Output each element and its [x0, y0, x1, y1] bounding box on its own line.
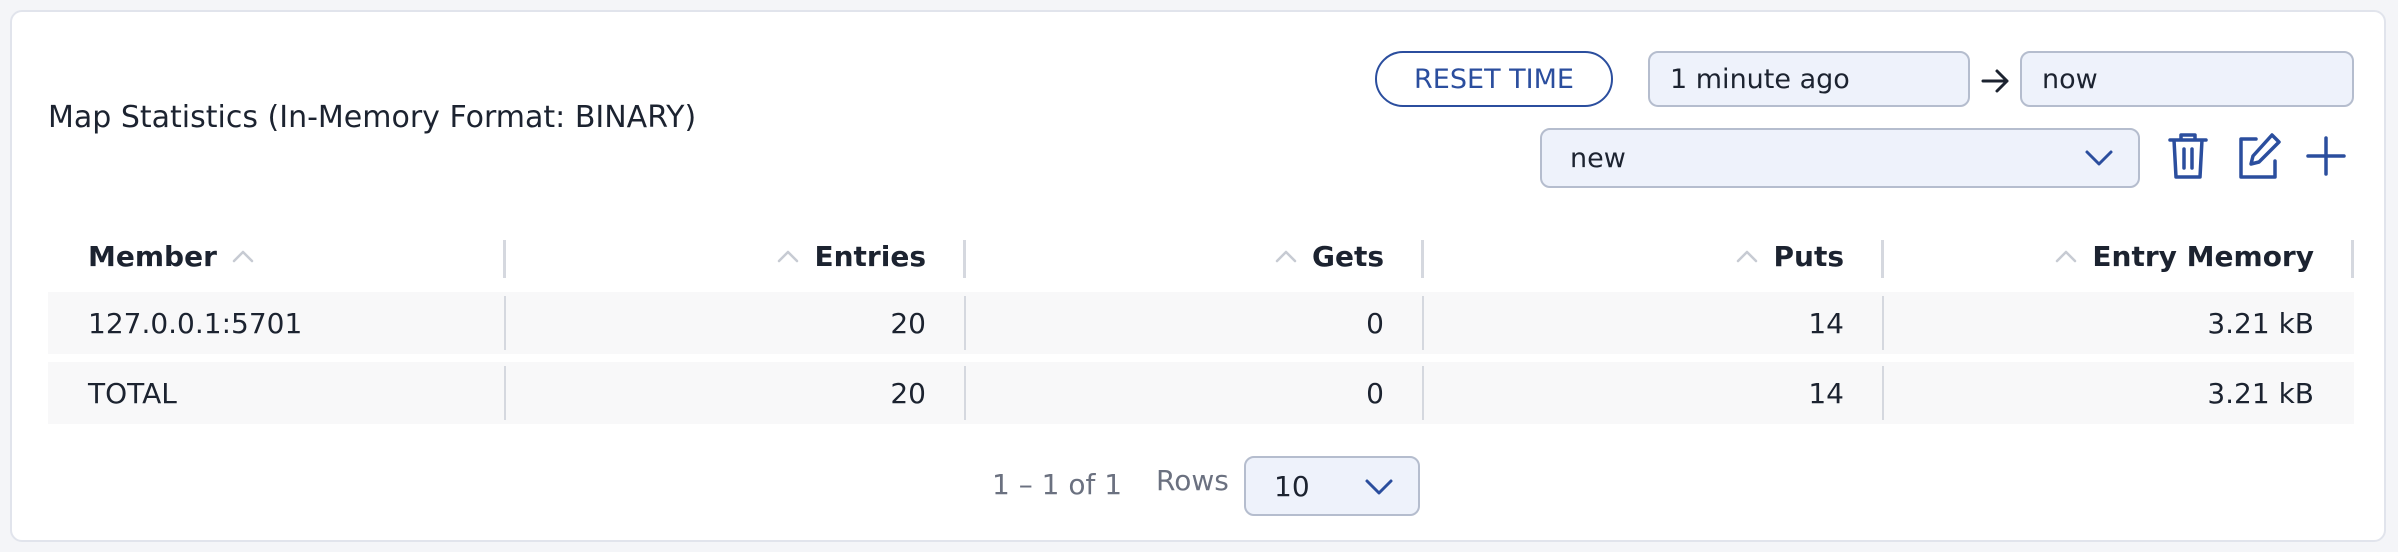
- cell-member: TOTAL: [48, 362, 506, 424]
- time-from-input[interactable]: [1648, 51, 1970, 107]
- rows-per-page-select[interactable]: 10: [1244, 456, 1420, 516]
- chevron-down-icon: [2085, 150, 2113, 166]
- column-header-label: Member: [88, 239, 217, 273]
- cell-member: 127.0.0.1:5701: [48, 292, 506, 354]
- preset-select[interactable]: new: [1540, 128, 2140, 188]
- cell-gets: 0: [966, 292, 1424, 354]
- column-header-puts[interactable]: Puts: [1424, 220, 1884, 292]
- statistics-table: Member Entries Gets Puts Entry Memory 12…: [48, 220, 2354, 432]
- rows-per-page-value: 10: [1274, 469, 1310, 503]
- cell-entries: 20: [506, 292, 966, 354]
- reset-time-button[interactable]: RESET TIME: [1375, 51, 1613, 107]
- cell-entry-memory: 3.21 kB: [2207, 306, 2314, 340]
- sort-ascending-icon: [2056, 250, 2077, 263]
- table-header: Member Entries Gets Puts Entry Memory: [48, 220, 2354, 292]
- cell-puts: 14: [1424, 292, 1884, 354]
- plus-icon[interactable]: [2302, 130, 2350, 182]
- sort-ascending-icon: [232, 250, 254, 263]
- chevron-down-icon: [1365, 479, 1393, 495]
- column-header-label: Entry Memory: [2092, 239, 2314, 273]
- map-statistics-card: Map Statistics (In-Memory Format: BINARY…: [10, 10, 2386, 542]
- sort-ascending-icon: [1275, 250, 1297, 263]
- sort-ascending-icon: [1737, 250, 1758, 263]
- pagination-range: 1 – 1 of 1: [992, 468, 1123, 501]
- arrow-right-icon: [1981, 69, 2009, 93]
- column-header-label: Gets: [1311, 239, 1384, 273]
- panel-title: Map Statistics (In-Memory Format: BINARY…: [48, 100, 697, 135]
- cell-entries: 20: [506, 362, 966, 424]
- edit-icon[interactable]: [2234, 130, 2282, 182]
- cell-gets: 0: [966, 362, 1424, 424]
- column-header-entries[interactable]: Entries: [506, 220, 966, 292]
- column-header-gets[interactable]: Gets: [966, 220, 1424, 292]
- time-to-input[interactable]: [2020, 51, 2354, 107]
- cell-puts: 14: [1424, 362, 1884, 424]
- sort-ascending-icon: [778, 250, 799, 263]
- column-header-label: Puts: [1773, 239, 1844, 273]
- column-header-label: Entries: [814, 239, 926, 273]
- preset-select-value: new: [1570, 142, 1626, 174]
- table-row: 127.0.0.1:5701 20 0 14 3.21 kB: [48, 292, 2354, 354]
- table-row-total: TOTAL 20 0 14 3.21 kB: [48, 362, 2354, 424]
- rows-label: Rows: [1156, 464, 1229, 497]
- column-header-member[interactable]: Member: [48, 220, 506, 292]
- trash-icon[interactable]: [2164, 130, 2212, 182]
- column-header-entry-memory[interactable]: Entry Memory: [1884, 220, 2354, 292]
- pagination: 1 – 1 of 1 Rows 10: [12, 456, 2384, 516]
- cell-entry-memory: 3.21 kB: [2207, 376, 2314, 410]
